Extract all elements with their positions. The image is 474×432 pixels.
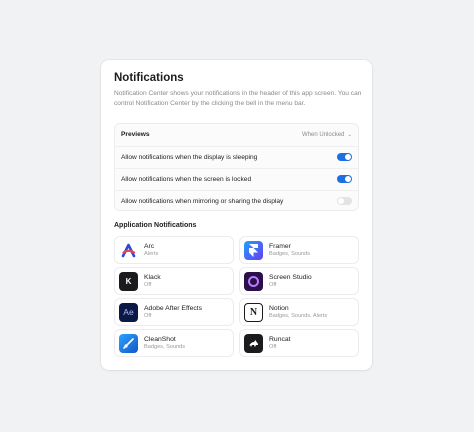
app-item-klack[interactable]: K Klack Off (114, 267, 234, 295)
previews-row: Previews When Unlocked ⌄ (115, 124, 358, 145)
app-item-runcat[interactable]: Runcat Off (239, 329, 359, 357)
app-item-after-effects[interactable]: Ae Adobe After Effects Off (114, 298, 234, 326)
cleanshot-icon (119, 333, 138, 353)
app-status: Badges, Sounds, Alerts (269, 312, 328, 319)
arc-icon (119, 241, 138, 260)
setting-label: Allow notifications when mirroring or sh… (121, 197, 284, 205)
page-description: Notification Center shows your notificat… (114, 90, 362, 107)
app-status: Alerts (144, 250, 159, 257)
app-name: Arc (144, 242, 155, 250)
mirroring-toggle[interactable] (337, 197, 352, 205)
app-name: Framer (269, 242, 291, 250)
klack-icon: K (119, 271, 138, 291)
previews-dropdown[interactable]: When Unlocked ⌄ (302, 132, 352, 138)
app-status: Off (269, 281, 277, 288)
notion-glyph: N (249, 306, 258, 318)
app-name: Runcat (269, 335, 291, 343)
app-name: Adobe After Effects (144, 304, 203, 312)
toggle-knob (338, 198, 344, 204)
app-name: Screen Studio (269, 273, 312, 281)
runcat-icon (244, 333, 263, 353)
setting-row-mirroring: Allow notifications when mirroring or sh… (115, 190, 358, 211)
app-item-notion[interactable]: N Notion Badges, Sounds, Alerts (239, 298, 359, 326)
app-item-screen-studio[interactable]: Screen Studio Off (239, 267, 359, 295)
setting-row-display-sleeping: Allow notifications when the display is … (115, 146, 358, 167)
previews-label: Previews (121, 131, 150, 138)
preferences-group: Previews When Unlocked ⌄ Allow notificat… (114, 123, 359, 211)
app-name: CleanShot (144, 335, 176, 343)
app-status: Badges, Sounds (144, 343, 186, 350)
app-status: Badges, Sounds (269, 250, 311, 257)
app-status: Off (144, 312, 152, 319)
chevron-down-icon: ⌄ (347, 131, 352, 138)
app-item-arc[interactable]: Arc Alerts (114, 236, 234, 264)
app-status: Off (144, 281, 152, 288)
app-name: Klack (144, 273, 161, 281)
app-item-framer[interactable]: Framer Badges, Sounds (239, 236, 359, 264)
screen-locked-toggle[interactable] (337, 175, 352, 183)
section-title-application-notifications: Application Notifications (114, 222, 197, 229)
app-status: Off (269, 343, 277, 350)
display-sleeping-toggle[interactable] (337, 153, 352, 161)
toggle-knob (345, 154, 351, 160)
toggle-knob (345, 176, 351, 182)
framer-icon (244, 240, 263, 260)
page-title: Notifications (114, 72, 184, 84)
notion-icon: N (244, 302, 263, 322)
setting-row-screen-locked: Allow notifications when the screen is l… (115, 168, 358, 189)
setting-label: Allow notifications when the display is … (121, 153, 258, 161)
setting-label: Allow notifications when the screen is l… (121, 175, 252, 183)
app-item-cleanshot[interactable]: CleanShot Badges, Sounds (114, 329, 234, 357)
after-effects-icon: Ae (119, 302, 138, 322)
screen-studio-icon (244, 271, 263, 291)
klack-glyph: K (125, 276, 132, 286)
previews-dropdown-value: When Unlocked (302, 131, 345, 138)
notifications-panel: Notifications Notification Center shows … (101, 60, 372, 370)
after-effects-glyph: Ae (123, 307, 134, 317)
app-name: Notion (269, 304, 289, 312)
